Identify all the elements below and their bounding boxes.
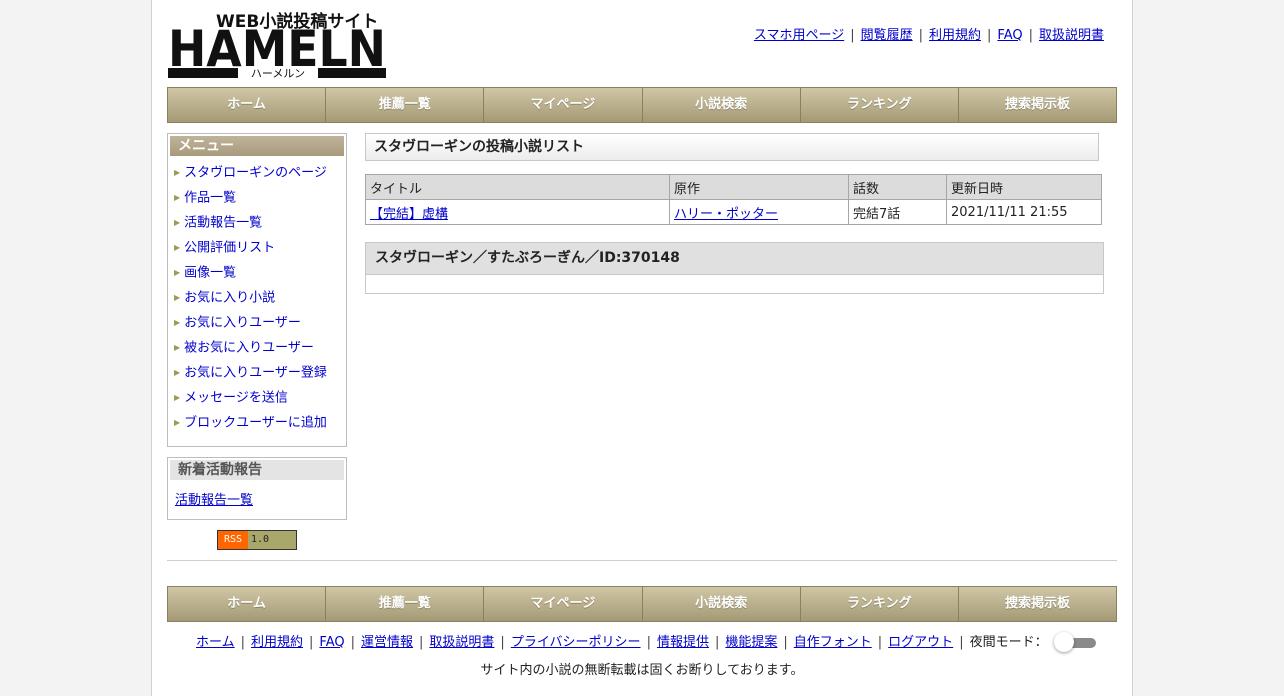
site-logo[interactable]: WEB小説投稿サイト HAMELN ハーメルン (168, 10, 388, 80)
top-links: スマホ用ページ | 閲覧履歴 | 利用規約 | FAQ | 取扱説明書 (753, 28, 1104, 43)
triangle-bullet-icon: ▶ (174, 218, 181, 227)
footer-links: ホーム | 利用規約 | FAQ | 運営情報 | 取扱説明書 | プライバシーポリシー | 情報提供 |… (196, 631, 1098, 652)
night-mode-label: 夜間モード： (969, 635, 1048, 650)
menu-activity[interactable]: 活動報告一覧 (184, 216, 262, 231)
nav-home[interactable]: ホーム (168, 587, 327, 621)
footer-operator-link[interactable]: 運営情報 (361, 635, 413, 650)
cell-title: 【完結】虚構 (365, 199, 670, 225)
menu-fav-users[interactable]: お気に入りユーザー (184, 316, 301, 331)
cell-updated: 2021/11/11 21:55 (946, 199, 1102, 225)
main-nav: ホーム 推薦一覧 マイページ 小説検索 ランキング 捜索掲示板 (167, 87, 1117, 123)
night-mode-toggle[interactable] (1053, 631, 1098, 652)
rss-version: 1.0 (248, 531, 296, 549)
menu-item: ▶ お気に入り小説 (174, 289, 346, 314)
triangle-bullet-icon: ▶ (174, 168, 181, 177)
menu-item: ▶ 作品一覧 (174, 189, 346, 214)
menu-item: ▶ 公開評価リスト (174, 239, 346, 264)
footer-feature-link[interactable]: 機能提案 (725, 635, 777, 650)
news-box: 新着活動報告 活動報告一覧 (167, 457, 347, 520)
menu-item: ▶ メッセージを送信 (174, 389, 346, 414)
footer-terms-link[interactable]: 利用規約 (251, 635, 303, 650)
nav-search[interactable]: 小説検索 (643, 88, 801, 122)
footer-info-link[interactable]: 情報提供 (657, 635, 709, 650)
col-episodes-header: 話数 (848, 174, 947, 200)
nav-board[interactable]: 捜索掲示板 (959, 88, 1116, 122)
smartphone-page-link[interactable]: スマホ用ページ (754, 28, 844, 43)
triangle-bullet-icon: ▶ (174, 193, 181, 202)
user-info-box: スタヴローギン／すたぶろーぎん／ID:370148 (365, 242, 1104, 294)
triangle-bullet-icon: ▶ (174, 418, 181, 427)
menu-user-page[interactable]: スタヴローギンのページ (184, 166, 327, 181)
copyright-notice: サイト内の小説の無断転載は固くお断りしております。 (480, 663, 804, 678)
history-link[interactable]: 閲覧履歴 (861, 28, 913, 43)
menu-item: ▶ お気に入りユーザー (174, 314, 346, 339)
nav-recommend[interactable]: 推薦一覧 (326, 88, 485, 122)
divider (167, 560, 1117, 561)
col-updated-header: 更新日時 (946, 174, 1102, 200)
nav-home[interactable]: ホーム (168, 88, 327, 122)
triangle-bullet-icon: ▶ (174, 293, 181, 302)
nav-recommend[interactable]: 推薦一覧 (326, 587, 485, 621)
page-title: スタヴローギンの投稿小説リスト (365, 133, 1099, 161)
menu-item: ▶ ブロックユーザーに追加 (174, 414, 346, 439)
menu-item: ▶ 画像一覧 (174, 264, 346, 289)
col-original-header: 原作 (669, 174, 849, 200)
footer-logout-link[interactable]: ログアウト (888, 635, 953, 650)
cell-original: ハリー・ポッター (669, 199, 849, 225)
triangle-bullet-icon: ▶ (174, 318, 181, 327)
table-header-row: タイトル 原作 話数 更新日時 (365, 174, 1102, 200)
footer-nav: ホーム 推薦一覧 マイページ 小説検索 ランキング 捜索掲示板 (167, 586, 1117, 622)
col-title-header: タイトル (365, 174, 670, 200)
nav-search[interactable]: 小説検索 (643, 587, 801, 621)
menu-item: ▶ スタヴローギンのページ (174, 164, 346, 189)
logo-kana: ハーメルン (251, 67, 305, 80)
footer-manual-link[interactable]: 取扱説明書 (429, 635, 494, 650)
triangle-bullet-icon: ▶ (174, 268, 181, 277)
nav-board[interactable]: 捜索掲示板 (959, 587, 1116, 621)
nav-ranking[interactable]: ランキング (801, 88, 959, 122)
news-title: 新着活動報告 (170, 460, 344, 480)
manual-link[interactable]: 取扱説明書 (1039, 28, 1104, 43)
news-activity-link[interactable]: 活動報告一覧 (175, 489, 346, 508)
rss-badge[interactable]: RSS 1.0 (217, 530, 297, 550)
table-row: 【完結】虚構 ハリー・ポッター 完結7話 2021/11/11 21:55 (365, 199, 1102, 225)
menu-images[interactable]: 画像一覧 (184, 266, 236, 281)
footer-privacy-link[interactable]: プライバシーポリシー (511, 635, 641, 650)
footer-home-link[interactable]: ホーム (196, 635, 235, 650)
footer-faq-link[interactable]: FAQ (319, 635, 344, 650)
sidebar-menu: メニュー ▶ スタヴローギンのページ ▶ 作品一覧 ▶ 活動報告一覧 ▶ 公開評価リスト… (167, 133, 347, 447)
menu-block-user[interactable]: ブロックユーザーに追加 (184, 416, 327, 431)
nav-ranking[interactable]: ランキング (801, 587, 959, 621)
rss-label: RSS (218, 531, 248, 549)
terms-link[interactable]: 利用規約 (929, 28, 981, 43)
triangle-bullet-icon: ▶ (174, 393, 181, 402)
menu-item: ▶ お気に入りユーザー登録 (174, 364, 346, 389)
novel-title-link[interactable]: 【完結】虚構 (370, 207, 448, 222)
user-header: スタヴローギン／すたぶろーぎん／ID:370148 (366, 243, 1103, 275)
cell-episodes: 完結7話 (848, 199, 947, 225)
menu-works[interactable]: 作品一覧 (184, 191, 236, 206)
menu-fav-novels[interactable]: お気に入り小説 (184, 291, 275, 306)
menu-send-message[interactable]: メッセージを送信 (184, 391, 288, 406)
nav-mypage[interactable]: マイページ (484, 587, 643, 621)
footer-font-link[interactable]: 自作フォント (794, 635, 872, 650)
nav-mypage[interactable]: マイページ (484, 88, 643, 122)
triangle-bullet-icon: ▶ (174, 343, 181, 352)
menu-title: メニュー (170, 136, 344, 156)
original-work-link[interactable]: ハリー・ポッター (674, 207, 778, 222)
novel-table: タイトル 原作 話数 更新日時 【完結】虚構 ハリー・ポッター 完結7話 202… (365, 174, 1102, 225)
menu-item: ▶ 被お気に入りユーザー (174, 339, 346, 364)
menu-favorited-by[interactable]: 被お気に入りユーザー (184, 341, 314, 356)
page-container: WEB小説投稿サイト HAMELN ハーメルン スマホ用ページ | 閲覧履歴 | 利用規… (151, 0, 1133, 696)
triangle-bullet-icon: ▶ (174, 368, 181, 377)
triangle-bullet-icon: ▶ (174, 243, 181, 252)
faq-link[interactable]: FAQ (997, 28, 1022, 43)
menu-item: ▶ 活動報告一覧 (174, 214, 346, 239)
menu-add-fav-user[interactable]: お気に入りユーザー登録 (184, 366, 327, 381)
menu-ratings[interactable]: 公開評価リスト (184, 241, 275, 256)
